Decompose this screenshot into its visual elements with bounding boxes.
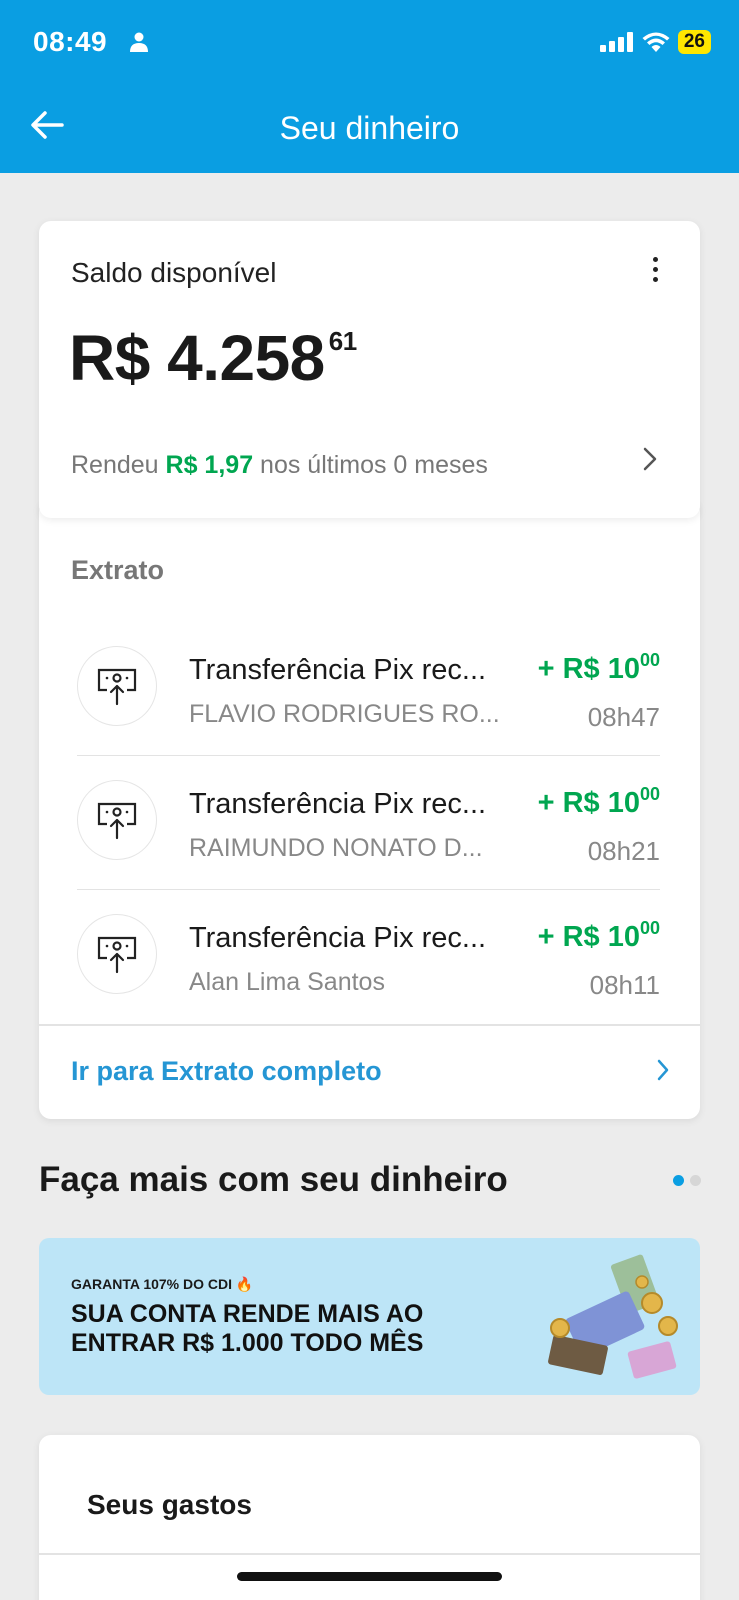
spending-title: Seus gastos: [87, 1489, 252, 1520]
transaction-title: Transferência Pix rec...: [189, 654, 487, 686]
chevron-right-icon[interactable]: [656, 1058, 670, 1082]
transaction-amount: + R$ 1000: [538, 650, 660, 686]
transaction-row[interactable]: Transferência Pix rec... FLAVIO RODRIGUE…: [39, 622, 700, 756]
transaction-amount-value: + R$ 10: [537, 921, 640, 953]
pix-receive-icon: [77, 646, 157, 726]
banner-headline: SUA CONTA RENDE MAIS AO ENTRAR R$ 1.000 …: [71, 1300, 424, 1357]
divider: [39, 1024, 700, 1026]
transaction-sender: FLAVIO RODRIGUES RO...: [189, 700, 500, 728]
money-illustration-icon: [548, 1254, 678, 1379]
chevron-right-icon[interactable]: [642, 446, 658, 472]
transaction-amount-cents: 00: [639, 918, 660, 938]
balance-label: Saldo disponível: [71, 257, 277, 288]
balance-amount: R$ 4.258 61: [69, 321, 357, 395]
transaction-title: Transferência Pix rec...: [189, 788, 487, 820]
pix-receive-icon: [77, 914, 157, 994]
top-app-bar: 08:49 26 Seu dinheiro: [0, 0, 739, 173]
transaction-amount: + R$ 1000: [538, 784, 660, 820]
battery-icon: 26: [677, 30, 711, 54]
balance-amount-value: R$ 4.258: [69, 322, 325, 394]
transaction-amount: + R$ 1000: [538, 918, 660, 954]
extract-title: Extrato: [71, 555, 165, 585]
transaction-amount-value: + R$ 10: [537, 653, 640, 685]
transaction-amount-value: + R$ 10: [537, 787, 640, 819]
transaction-sender: RAIMUNDO NONATO D...: [189, 834, 483, 862]
transaction-row[interactable]: Transferência Pix rec... Alan Lima Santo…: [39, 890, 700, 1024]
pagination-dot[interactable]: [690, 1175, 701, 1186]
banner-kicker: GARANTA 107% DO CDI 🔥: [71, 1276, 254, 1292]
pix-receive-icon: [77, 780, 157, 860]
home-indicator[interactable]: [237, 1572, 502, 1581]
more-options-icon[interactable]: [653, 257, 658, 287]
promo-banner[interactable]: GARANTA 107% DO CDI 🔥 SUA CONTA RENDE MA…: [39, 1238, 700, 1395]
wifi-icon: [642, 32, 670, 52]
transaction-row[interactable]: Transferência Pix rec... RAIMUNDO NONATO…: [39, 756, 700, 890]
pagination-dot-active[interactable]: [673, 1175, 684, 1186]
person-status-icon: [130, 32, 148, 52]
transaction-amount-cents: 00: [639, 650, 660, 670]
signal-icon: [599, 32, 633, 52]
balance-card: Saldo disponível R$ 4.258 61 Rendeu R$ 1,…: [39, 221, 700, 518]
transaction-sender: Alan Lima Santos: [189, 968, 385, 996]
transaction-time: 08h11: [589, 970, 660, 1000]
yield-summary[interactable]: Rendeu R$ 1,97 nos últimos 0 meses: [71, 451, 488, 480]
divider: [39, 1553, 700, 1555]
section-title: Faça mais com seu dinheiro: [39, 1160, 508, 1199]
yield-prefix: Rendeu: [71, 451, 166, 479]
page-title: Seu dinheiro: [279, 110, 460, 146]
yield-value: R$ 1,97: [165, 451, 254, 479]
status-time: 08:49: [33, 26, 108, 57]
status-indicators: 26: [599, 30, 711, 54]
transaction-title: Transferência Pix rec...: [189, 922, 487, 954]
transaction-time: 08h21: [587, 836, 660, 866]
carousel-pagination[interactable]: [673, 1175, 701, 1186]
extract-card: Extrato Transferência Pix rec... FLAVIO …: [39, 500, 700, 1119]
balance-cents: 61: [328, 326, 357, 356]
full-extract-link[interactable]: Ir para Extrato completo: [71, 1056, 382, 1087]
yield-suffix: nos últimos 0 meses: [253, 451, 488, 479]
transaction-time: 08h47: [587, 702, 660, 732]
transaction-amount-cents: 00: [639, 784, 660, 804]
